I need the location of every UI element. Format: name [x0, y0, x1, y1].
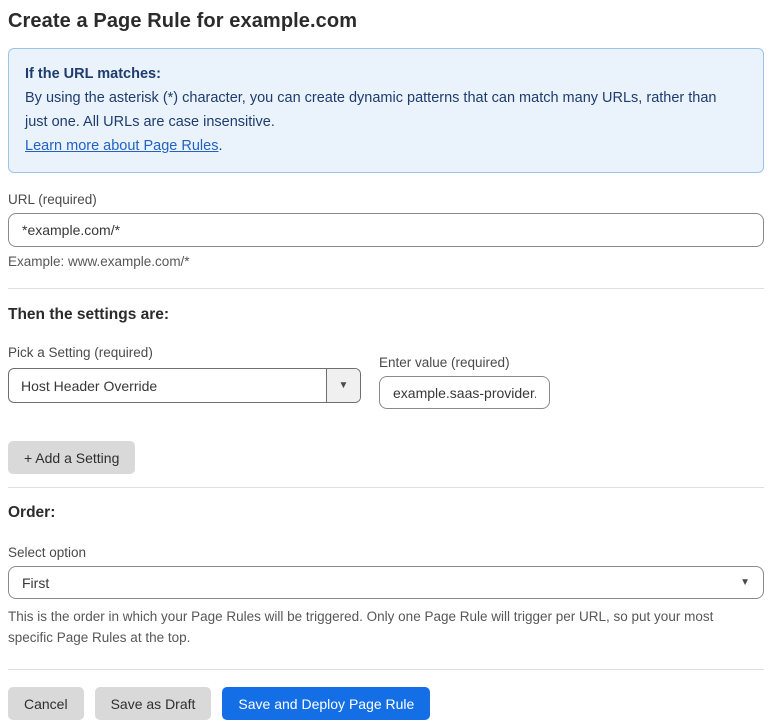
order-select-value: First — [22, 574, 50, 591]
save-and-deploy-button[interactable]: Save and Deploy Page Rule — [222, 687, 431, 720]
order-select-label: Select option — [8, 545, 87, 560]
settings-heading: Then the settings are: — [8, 306, 170, 323]
divider — [8, 487, 764, 488]
cancel-button[interactable]: Cancel — [8, 687, 84, 720]
order-description: This is the order in which your Page Rul… — [8, 609, 714, 645]
url-section: URL (required) Example: www.example.com/… — [8, 192, 764, 269]
footer-actions: Cancel Save as Draft Save and Deploy Pag… — [8, 687, 764, 720]
setting-value-input[interactable] — [379, 376, 550, 409]
link-suffix: . — [218, 138, 223, 154]
divider — [8, 669, 764, 670]
url-label: URL (required) — [8, 192, 97, 207]
create-page-rule-form: Create a Page Rule for example.com If th… — [0, 0, 772, 720]
info-box-heading: If the URL matches: — [25, 66, 161, 82]
setting-select[interactable]: Host Header Override ▼ — [8, 368, 361, 403]
order-heading: Order: — [8, 504, 56, 521]
enter-value-label: Enter value (required) — [379, 355, 510, 370]
info-box-link-line: Learn more about Page Rules. — [25, 134, 747, 158]
url-helper-text: Example: www.example.com/* — [8, 254, 190, 269]
chevron-down-icon: ▼ — [740, 576, 750, 588]
info-box-body: By using the asterisk (*) character, you… — [25, 90, 717, 130]
settings-row: Pick a Setting (required) Host Header Ov… — [8, 345, 764, 409]
learn-more-link[interactable]: Learn more about Page Rules — [25, 138, 218, 154]
setting-select-arrow-button[interactable]: ▼ — [326, 369, 360, 402]
pick-setting-group: Pick a Setting (required) Host Header Ov… — [8, 345, 361, 409]
divider — [8, 288, 764, 289]
chevron-down-icon: ▼ — [338, 379, 349, 391]
url-input[interactable] — [8, 213, 764, 247]
add-setting-button[interactable]: + Add a Setting — [8, 441, 136, 474]
url-matches-info-box: If the URL matches: By using the asteris… — [8, 48, 764, 173]
setting-select-value: Host Header Override — [21, 377, 158, 394]
pick-setting-label: Pick a Setting (required) — [8, 345, 153, 360]
enter-value-group: Enter value (required) — [379, 345, 550, 409]
order-select[interactable]: First ▼ — [8, 566, 764, 599]
save-as-draft-button[interactable]: Save as Draft — [94, 687, 212, 720]
page-title: Create a Page Rule for example.com — [8, 10, 358, 32]
